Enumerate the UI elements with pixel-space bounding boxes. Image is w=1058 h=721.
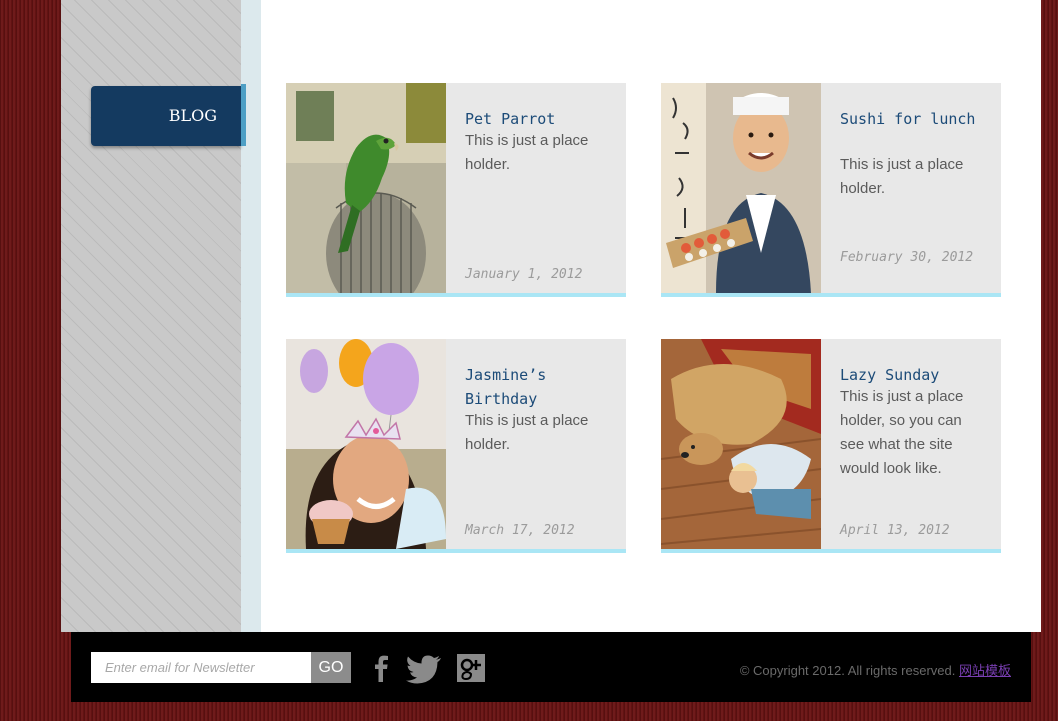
copyright-text: © Copyright 2012. All rights reserved. [739,663,956,678]
newsletter-email-input[interactable] [91,652,311,683]
post-excerpt: This is just a place holder. [465,412,589,453]
page-container: BLOG Pet Parrot This is just a place hol… [61,0,1041,632]
post-excerpt: This is just a place holder, so you can … [840,388,964,477]
post-card[interactable]: Sushi for lunch This is just a place hol… [661,83,1001,297]
facebook-icon[interactable] [365,652,397,684]
post-thumbnail[interactable] [661,339,821,549]
post-title[interactable]: Pet Parrot [465,107,605,131]
post-title[interactable]: Sushi for lunch [840,107,980,131]
post-thumbnail[interactable] [286,83,446,293]
nav-active-indicator [241,84,246,146]
post-excerpt: This is just a place holder. [840,156,964,197]
copyright: © Copyright 2012. All rights reserved. 网… [740,660,1011,679]
footer-template-link[interactable]: 网站模板 [959,663,1011,678]
footer: GO © Copyright 2012. All rights reserved… [71,632,1031,702]
post-thumbnail[interactable] [286,339,446,549]
google-plus-icon[interactable] [457,652,487,684]
post-date: April 13, 2012 [840,523,950,538]
post-title[interactable]: Lazy Sunday [840,363,980,387]
post-title[interactable]: Jasmine’s Birthday [465,363,605,411]
post-thumbnail[interactable] [661,83,821,293]
nav-item-blog[interactable]: BLOG [91,86,241,146]
post-date: March 17, 2012 [465,523,575,538]
nav-item-blog-label: BLOG [168,106,217,125]
twitter-icon[interactable] [405,652,443,684]
post-card[interactable]: Lazy Sunday This is just a place holder,… [661,339,1001,553]
post-excerpt: This is just a place holder. [465,132,589,173]
post-card[interactable]: Jasmine’s Birthday This is just a place … [286,339,626,553]
newsletter-go-button[interactable]: GO [311,652,351,683]
post-date: February 30, 2012 [840,250,974,265]
post-date: January 1, 2012 [465,267,583,282]
post-card[interactable]: Pet Parrot This is just a place holder. … [286,83,626,297]
